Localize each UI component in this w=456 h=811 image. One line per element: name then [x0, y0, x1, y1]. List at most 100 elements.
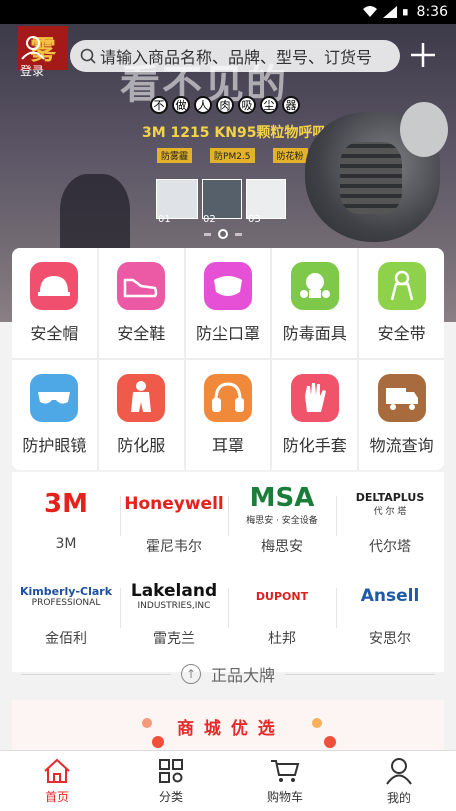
- cart-icon: [271, 759, 300, 782]
- category-item[interactable]: 防毒面具: [272, 248, 358, 358]
- carousel-dot[interactable]: [204, 232, 211, 236]
- mall-section-title: 商 城 优 选: [177, 719, 277, 739]
- tab-mine[interactable]: 我的: [342, 751, 456, 811]
- tab-label: 购物车: [266, 789, 303, 804]
- carousel-dot[interactable]: [235, 232, 242, 236]
- category-label: 防尘口罩: [195, 324, 260, 343]
- gas-mask-icon: [290, 262, 339, 310]
- brand-name: 代尔塔: [369, 539, 411, 555]
- tab-home[interactable]: 首页: [0, 751, 114, 811]
- divider: [228, 496, 229, 536]
- mask-icon: [203, 262, 252, 310]
- category-item[interactable]: 安全带: [359, 248, 444, 358]
- banner-tagline: 不做人肉吸尘器: [150, 96, 300, 114]
- brand-logo-text: MSA: [249, 482, 315, 513]
- battery-icon: [402, 9, 408, 16]
- banner-thumbnail: [246, 179, 286, 219]
- login-label[interactable]: 登录: [20, 62, 44, 79]
- tagline-char: 不: [150, 96, 168, 114]
- brand-name: 3M: [55, 536, 77, 552]
- hard-hat-icon: [30, 262, 79, 310]
- brand-item[interactable]: DUPONT 杜邦: [228, 572, 336, 662]
- brand-item[interactable]: DELTAPLUS 代 尔 塔代尔塔: [336, 480, 444, 570]
- arrow-up-icon: ↑: [180, 664, 201, 684]
- user-icon: [21, 36, 45, 60]
- brand-item[interactable]: 3M 3M: [12, 480, 120, 570]
- goggles-icon: [30, 374, 79, 422]
- brand-logo-subtext: 梅思安 · 安全设备: [246, 515, 318, 526]
- brand-item[interactable]: Lakeland INDUSTRIES,INC 雷克兰: [120, 572, 228, 662]
- user-icon: [386, 757, 412, 785]
- plus-icon[interactable]: [408, 38, 438, 72]
- category-item[interactable]: 防尘口罩: [185, 248, 271, 358]
- banner-chip: 防PM2.5: [210, 148, 255, 163]
- banner-thumbnail: [156, 179, 198, 219]
- brand-logo: DUPONT: [256, 572, 308, 620]
- divider: [285, 673, 435, 675]
- brand-name: 雷克兰: [153, 631, 195, 647]
- category-label: 安全带: [377, 324, 426, 343]
- home-icon: [44, 758, 70, 783]
- banner-chip: 防雾霾: [157, 148, 193, 163]
- brand-logo: MSA 梅思安 · 安全设备: [246, 480, 318, 528]
- tab-label: 分类: [158, 789, 183, 804]
- divider: [336, 588, 337, 628]
- brand-item[interactable]: Kimberly-Clark PROFESSIONAL 金佰利: [12, 572, 120, 662]
- search-icon: [80, 48, 96, 64]
- respirator-image: [305, 102, 448, 242]
- category-item[interactable]: 防化手套: [272, 360, 358, 470]
- category-item[interactable]: 安全帽: [12, 248, 97, 358]
- category-label: 物流查询: [369, 436, 434, 455]
- brand-logo-text: Ansell: [360, 586, 420, 606]
- brand-logo-text: 3M: [44, 489, 88, 519]
- category-label: 防护眼镜: [22, 436, 87, 455]
- chemical-suit-icon: [117, 374, 166, 422]
- divider: [120, 588, 121, 628]
- brand-logo-text: Lakeland: [130, 581, 218, 601]
- category-grid: 安全帽 安全鞋 防尘口罩 防毒面具 安全带防护眼镜 防化服 耳罩 防化手套 物流查询: [12, 248, 444, 470]
- tagline-char: 肉: [216, 96, 234, 114]
- decorative-dot: [312, 718, 322, 728]
- divider: [20, 673, 171, 675]
- signal-icon: [382, 6, 397, 18]
- decorative-dot: [324, 736, 336, 748]
- category-item[interactable]: 防化服: [98, 360, 184, 470]
- category-label: 耳罩: [211, 436, 244, 455]
- divider: [120, 496, 121, 536]
- tagline-char: 人: [194, 96, 212, 114]
- category-item[interactable]: 耳罩: [185, 360, 271, 470]
- thumb-number: 02: [203, 214, 216, 225]
- category-label: 防毒面具: [282, 324, 347, 343]
- search-bar[interactable]: 请输入商品名称、品牌、型号、订货号: [70, 40, 400, 72]
- mall-section: 商 城 优 选: [12, 700, 444, 750]
- carousel-dot-active[interactable]: [218, 229, 228, 239]
- banner-thumbnails: [156, 179, 286, 219]
- brand-logo: Lakeland INDUSTRIES,INC: [131, 572, 217, 620]
- thumb-number: 03: [248, 214, 261, 225]
- bottom-tab-bar: 首页 分类 购物车 我的: [0, 750, 456, 811]
- category-item[interactable]: 防护眼镜: [12, 360, 97, 470]
- truck-icon: [377, 374, 426, 422]
- category-item[interactable]: 物流查询: [359, 360, 444, 470]
- brand-logo-text: Honeywell: [124, 494, 224, 514]
- brand-name: 杜邦: [268, 631, 296, 647]
- brand-logo-text: Kimberly-Clark: [19, 584, 113, 598]
- tab-label: 首页: [44, 789, 69, 804]
- wifi-icon: [362, 6, 377, 17]
- brand-item[interactable]: Ansell 安思尔: [336, 572, 444, 662]
- category-item[interactable]: 安全鞋: [98, 248, 184, 358]
- brand-logo-text: DUPONT: [255, 589, 309, 603]
- brand-section-label: 正品大牌: [210, 666, 275, 685]
- tagline-char: 器: [282, 96, 300, 114]
- category-label: 防化手套: [282, 436, 347, 455]
- brand-name: 金佰利: [45, 631, 87, 647]
- carousel-dots[interactable]: [204, 229, 242, 239]
- tab-cart[interactable]: 购物车: [228, 751, 342, 811]
- brand-item[interactable]: Honeywell 霍尼韦尔: [120, 480, 228, 570]
- tab-category[interactable]: 分类: [114, 751, 228, 811]
- brand-logo: Honeywell: [124, 480, 224, 528]
- search-input[interactable]: 请输入商品名称、品牌、型号、订货号: [100, 44, 372, 68]
- brand-item[interactable]: MSA 梅思安 · 安全设备 梅思安: [228, 480, 336, 570]
- brand-logo: DELTAPLUS 代 尔 塔: [356, 480, 425, 528]
- brand-section-title: ↑ 正品大牌: [0, 658, 456, 690]
